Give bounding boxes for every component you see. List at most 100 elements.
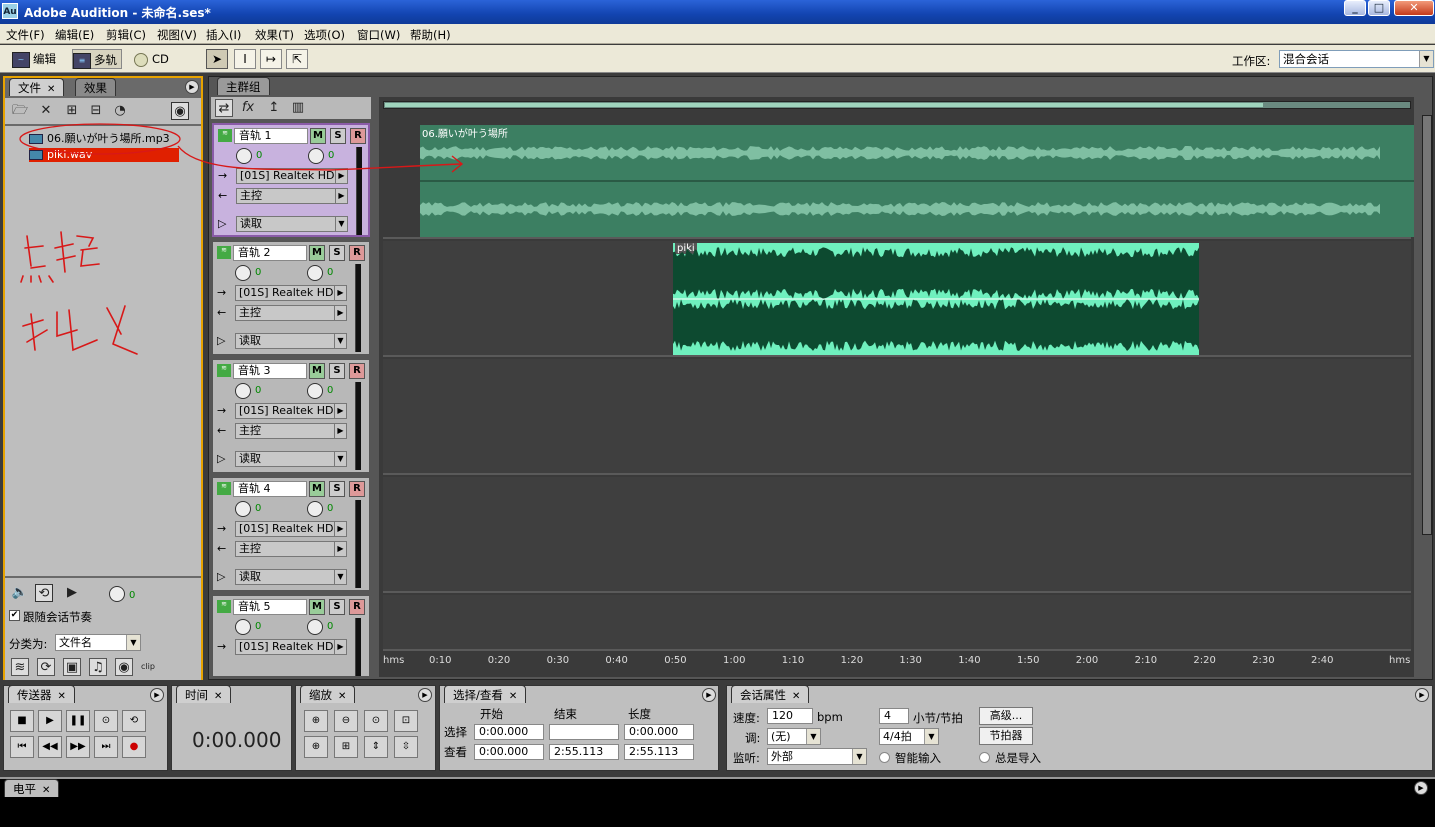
output-select[interactable]: [01S] Realtek HD ▶ <box>235 403 347 419</box>
filter-midi-icon[interactable]: ♫ <box>89 658 107 676</box>
timer-icon[interactable]: ◔ <box>111 102 129 120</box>
multitrack-view-button[interactable]: ≡ 多轨 <box>72 49 122 69</box>
close-icon[interactable]: ✕ <box>509 691 517 702</box>
vertical-scrollbar[interactable] <box>1422 115 1432 535</box>
play-icon[interactable]: ▶ <box>63 584 81 602</box>
track-5-controls[interactable]: ≋ 音轨 5 M S R 0 0 → [01S] Realtek HD ▶ <box>212 595 370 677</box>
track-1-controls[interactable]: ≋ 音轨 1 M S R 0 0 → [01S] Realtek HD ▶ ← 主… <box>212 123 370 237</box>
monitor-select[interactable]: 外部 ▼ <box>767 748 867 765</box>
filter-video-icon[interactable]: ▣ <box>63 658 81 676</box>
effects-fx-icon[interactable]: fx <box>239 99 257 117</box>
move-tool-button[interactable]: ➤ <box>206 49 228 69</box>
preview-volume-knob[interactable] <box>109 586 125 602</box>
zoom-selection-icon[interactable]: ⊡ <box>394 710 418 732</box>
filter-loop-icon[interactable]: ⟳ <box>37 658 55 676</box>
selection-end-field[interactable] <box>549 724 619 740</box>
record-arm-button[interactable]: R <box>349 363 365 379</box>
menu-help[interactable]: 帮助(H) <box>410 27 451 43</box>
tab-selection-view[interactable]: 选择/查看 ✕ <box>444 685 527 703</box>
mute-button[interactable]: M <box>309 363 325 379</box>
bus-select[interactable]: 主控 ▶ <box>236 188 348 204</box>
bus-select[interactable]: 主控 ▶ <box>235 541 347 557</box>
close-icon[interactable]: ✕ <box>792 691 800 702</box>
automation-select[interactable]: 读取 ▼ <box>235 451 347 467</box>
menu-clip[interactable]: 剪辑(C) <box>106 27 146 43</box>
cd-view-button[interactable]: CD <box>134 49 169 69</box>
menu-window[interactable]: 窗口(W) <box>357 27 400 43</box>
tab-main-group[interactable]: 主群组 <box>217 77 270 95</box>
zoom-out-vertical-icon[interactable]: ⇳ <box>394 736 418 758</box>
insert-cd-icon[interactable]: ⊟ <box>87 102 105 120</box>
expand-icon[interactable]: ▷ <box>217 570 225 583</box>
clip-icon[interactable]: clip <box>139 658 157 676</box>
tab-session-properties[interactable]: 会话属性 ✕ <box>731 685 810 703</box>
key-select[interactable]: (无) ▼ <box>767 728 821 745</box>
output-select[interactable]: [01S] Realtek HD ▶ <box>235 521 347 537</box>
tab-files[interactable]: 文件 ✕ <box>9 78 65 96</box>
solo-button[interactable]: S <box>329 481 345 497</box>
automation-select[interactable]: 读取 ▼ <box>235 333 347 349</box>
mute-button[interactable]: M <box>309 599 325 615</box>
track-3-lane[interactable] <box>383 359 1411 475</box>
tab-time[interactable]: 时间 ✕ <box>176 685 232 703</box>
panel-menu-icon[interactable]: ▶ <box>1414 781 1428 795</box>
audio-clip-1[interactable]: 06.願いが叶う場所 <box>420 125 1414 237</box>
track-4-controls[interactable]: ≋ 音轨 4 M S R 0 0 → [01S] Realtek HD ▶ ← 主… <box>212 477 370 591</box>
play-from-cursor-button[interactable]: ⊙ <box>94 710 118 732</box>
volume-knob[interactable] <box>235 265 251 281</box>
pan-knob[interactable] <box>307 383 323 399</box>
track-name-field[interactable]: 音轨 5 <box>233 599 307 615</box>
always-import-radio[interactable] <box>979 752 990 763</box>
mute-button[interactable]: M <box>309 245 325 261</box>
close-icon[interactable]: ✕ <box>58 691 66 702</box>
zoom-left-edge-icon[interactable]: ⊕ <box>304 736 328 758</box>
pan-knob[interactable] <box>308 148 324 164</box>
close-icon[interactable]: ✕ <box>338 691 346 702</box>
expand-icon[interactable]: ▷ <box>217 334 225 347</box>
view-start-field[interactable]: 0:00.000 <box>474 744 544 760</box>
audio-clip-2[interactable]: piki <box>673 243 1199 355</box>
solo-button[interactable]: S <box>330 128 346 144</box>
stop-button[interactable]: ■ <box>10 710 34 732</box>
smart-input-radio[interactable] <box>879 752 890 763</box>
maximize-button[interactable]: □ <box>1368 0 1390 16</box>
inputs-outputs-icon[interactable]: ⇄ <box>215 99 233 117</box>
track-2-lane[interactable]: piki <box>383 241 1411 357</box>
pan-knob[interactable] <box>307 265 323 281</box>
menu-file[interactable]: 文件(F) <box>6 27 45 43</box>
filter-preview-icon[interactable]: ◉ <box>115 658 133 676</box>
mute-button[interactable]: M <box>310 128 326 144</box>
record-arm-button[interactable]: R <box>350 128 366 144</box>
selection-start-field[interactable]: 0:00.000 <box>474 724 544 740</box>
file-item-selected[interactable]: piki.wav <box>29 148 179 162</box>
workspace-select[interactable]: 混合会话 ▼ <box>1279 50 1434 68</box>
menu-edit[interactable]: 编辑(E) <box>55 27 94 43</box>
insert-multitrack-icon[interactable]: ⊞ <box>63 102 81 120</box>
automation-select[interactable]: 读取 ▼ <box>235 569 347 585</box>
solo-button[interactable]: S <box>329 245 345 261</box>
time-selection-tool-button[interactable]: I <box>234 49 256 69</box>
rewind-button[interactable]: ◀◀ <box>38 736 62 758</box>
output-select[interactable]: [01S] Realtek HD ▶ <box>236 168 348 184</box>
close-icon[interactable]: ✕ <box>42 785 50 796</box>
record-arm-button[interactable]: R <box>349 245 365 261</box>
zoom-in-vertical-icon[interactable]: ⇕ <box>364 736 388 758</box>
track-2-controls[interactable]: ≋ 音轨 2 M S R 0 0 → [01S] Realtek HD ▶ ← 主… <box>212 241 370 355</box>
overview-thumb[interactable] <box>385 103 1263 107</box>
output-select[interactable]: [01S] Realtek HD ▶ <box>235 285 347 301</box>
track-name-field[interactable]: 音轨 2 <box>233 245 307 261</box>
track-3-controls[interactable]: ≋ 音轨 3 M S R 0 0 → [01S] Realtek HD ▶ ← 主… <box>212 359 370 473</box>
record-arm-button[interactable]: R <box>349 599 365 615</box>
overview-scrollbar[interactable] <box>383 101 1411 109</box>
volume-knob[interactable] <box>235 501 251 517</box>
select-tool-button[interactable]: ⇱ <box>286 49 308 69</box>
volume-knob[interactable] <box>235 619 251 635</box>
zoom-out-horizontal-icon[interactable]: ⊖ <box>334 710 358 732</box>
time-signature-select[interactable]: 4/4拍 ▼ <box>879 728 939 745</box>
tab-zoom[interactable]: 缩放 ✕ <box>300 685 356 703</box>
track-name-field[interactable]: 音轨 3 <box>233 363 307 379</box>
tab-transport[interactable]: 传送器 ✕ <box>8 685 75 703</box>
pan-knob[interactable] <box>307 619 323 635</box>
close-button[interactable]: ✕ <box>1394 0 1434 16</box>
pause-button[interactable]: ❚❚ <box>66 710 90 732</box>
